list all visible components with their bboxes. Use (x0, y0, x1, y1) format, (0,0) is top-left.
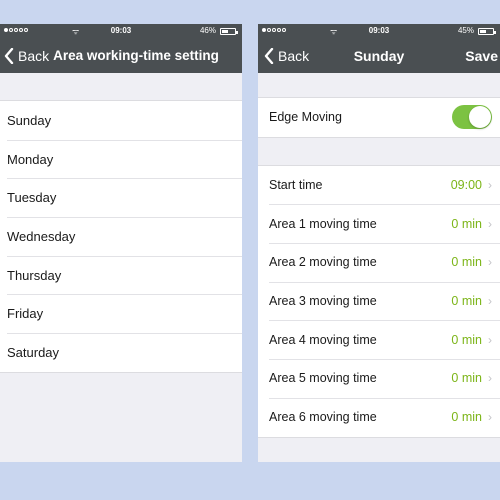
area-4-moving-time-row[interactable]: Area 4 moving time 0 min › (258, 320, 500, 359)
chevron-left-icon (4, 47, 14, 64)
battery-icon (220, 28, 238, 35)
day-row-wednesday[interactable]: Wednesday (0, 217, 242, 256)
setting-value: 0 min (451, 410, 482, 425)
setting-value: 0 min (451, 255, 482, 270)
setting-label: Area 1 moving time (269, 216, 377, 231)
status-bar: ᯤ 09:03 45% (258, 24, 500, 38)
setting-label: Start time (269, 178, 323, 193)
day-row-sunday[interactable]: Sunday (0, 101, 242, 140)
edge-moving-label: Edge Moving (269, 110, 342, 125)
chevron-right-icon: › (488, 410, 492, 425)
edge-moving-toggle[interactable] (452, 105, 492, 130)
chevron-right-icon: › (488, 216, 492, 231)
day-label: Friday (7, 306, 44, 322)
nav-bar: Back Area working-time setting (0, 38, 242, 73)
back-button[interactable]: Back Area working-time setting (4, 38, 219, 73)
back-label: Back (18, 47, 50, 64)
setting-value: 0 min (451, 294, 482, 309)
day-row-monday[interactable]: Monday (0, 139, 242, 179)
day-row-thursday[interactable]: Thursday (0, 255, 242, 295)
day-label: Saturday (7, 344, 60, 360)
setting-value: 0 min (451, 371, 482, 386)
settings-list: Start time 09:00 › Area 1 moving time 0 min ›… (258, 164, 500, 438)
setting-label: Area 3 moving time (269, 294, 377, 309)
day-label: Thursday (7, 267, 62, 283)
area-2-moving-time-row[interactable]: Area 2 moving time 0 min › (258, 243, 500, 282)
phone-screen-day-settings: ᯤ 09:03 45% Back Sunday Save Edge Moving… (258, 24, 500, 462)
start-time-row[interactable]: Start time 09:00 › (258, 166, 500, 205)
day-row-tuesday[interactable]: Tuesday (0, 178, 242, 217)
nav-bar: Back Sunday Save (258, 38, 500, 73)
chevron-right-icon: › (488, 178, 492, 193)
day-list: Sunday Monday Tuesday Wednesday Thursday Frid… (0, 100, 242, 373)
chevron-right-icon: › (488, 294, 492, 309)
setting-value: 0 min (451, 216, 482, 231)
edge-moving-row: Edge Moving (258, 98, 500, 137)
area-5-moving-time-row[interactable]: Area 5 moving time 0 min › (258, 359, 500, 398)
page-title: Sunday (353, 48, 405, 64)
phone-screen-day-list: ᯤ 09:03 46% Back Area working-time setti… (0, 24, 242, 462)
chevron-right-icon: › (488, 371, 492, 386)
day-label: Tuesday (7, 190, 57, 206)
area-6-moving-time-row[interactable]: Area 6 moving time 0 min › (258, 397, 500, 437)
day-row-friday[interactable]: Friday (0, 294, 242, 333)
day-label: Monday (7, 151, 54, 167)
chevron-right-icon: › (488, 255, 492, 270)
area-1-moving-time-row[interactable]: Area 1 moving time 0 min › (258, 204, 500, 243)
chevron-right-icon: › (488, 332, 492, 347)
setting-value: 09:00 (450, 178, 482, 193)
day-row-saturday[interactable]: Saturday (0, 333, 242, 372)
area-3-moving-time-row[interactable]: Area 3 moving time 0 min › (258, 281, 500, 321)
setting-label: Area 6 moving time (269, 410, 377, 425)
setting-value: 0 min (451, 332, 482, 347)
day-label: Sunday (7, 112, 52, 128)
day-label: Wednesday (7, 228, 76, 244)
setting-label: Area 2 moving time (269, 255, 377, 270)
toggle-knob (469, 106, 491, 129)
status-bar: ᯤ 09:03 46% (0, 24, 242, 38)
battery-percent: 45% (457, 26, 474, 35)
setting-label: Area 5 moving time (269, 371, 377, 386)
battery-percent: 46% (199, 26, 216, 35)
save-button[interactable]: Save (465, 48, 498, 64)
setting-label: Area 4 moving time (269, 332, 377, 347)
battery-icon (478, 28, 496, 35)
edge-moving-section: Edge Moving (258, 97, 500, 138)
page-title: Area working-time setting (53, 48, 219, 63)
